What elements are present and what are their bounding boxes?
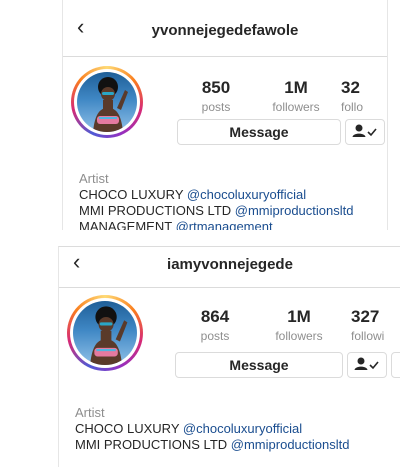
profile-username: yvonnejegedefawole — [151, 22, 299, 39]
profile-photo — [77, 72, 137, 132]
bio-mention-link[interactable]: @chocoluxuryofficial — [183, 421, 302, 436]
bio-line-3: MANAGEMENT @rtmanagement — [79, 219, 353, 230]
avatar[interactable] — [67, 295, 143, 371]
person-check-icon — [352, 124, 377, 137]
bio-line-2: MMI PRODUCTIONS LTD @mmiproductionsltd — [75, 437, 349, 453]
stat-posts[interactable]: 864 posts — [175, 307, 255, 343]
suggested-accounts-button[interactable] — [391, 352, 400, 378]
profile-bio: Artist CHOCO LUXURY @chocoluxuryofficial… — [79, 171, 353, 230]
stat-following[interactable]: 32 follo — [341, 78, 387, 114]
followers-label: followers — [275, 329, 323, 343]
profile-photo — [73, 301, 137, 365]
avatar[interactable] — [71, 66, 143, 138]
bio-mention-link[interactable]: @mmiproductionsltd — [235, 203, 354, 218]
bio-mention-link[interactable]: @rtmanagement — [176, 219, 273, 230]
person-check-icon — [354, 357, 379, 370]
posts-label: posts — [201, 100, 231, 114]
following-label: followi — [351, 329, 385, 343]
stat-following[interactable]: 327 followi — [351, 307, 400, 343]
bio-mention-link[interactable]: @mmiproductionsltd — [231, 437, 350, 452]
followers-count: 1M — [287, 307, 311, 326]
bio-category: Artist — [79, 171, 109, 186]
profile-header: ‹ iamyvonnejegede — [59, 247, 400, 288]
following-button[interactable] — [347, 352, 387, 378]
bio-line-2-name: MMI PRODUCTIONS LTD — [79, 203, 232, 218]
stat-followers[interactable]: 1M followers — [259, 307, 339, 343]
followers-count: 1M — [284, 78, 308, 97]
bio-line-1: CHOCO LUXURY @chocoluxuryofficial — [75, 421, 349, 437]
following-count: 32 — [341, 78, 360, 97]
message-button[interactable]: Message — [175, 352, 343, 378]
bio-category: Artist — [75, 405, 105, 420]
bio-mention-link[interactable]: @chocoluxuryofficial — [187, 187, 306, 202]
stat-followers[interactable]: 1M followers — [256, 78, 336, 114]
bio-line-3-name: MANAGEMENT — [79, 219, 172, 230]
bio-line-1: CHOCO LUXURY @chocoluxuryofficial — [79, 187, 353, 203]
profile-header: ‹ yvonnejegedefawole — [63, 0, 387, 57]
bio-line-2-name: MMI PRODUCTIONS LTD — [75, 437, 228, 452]
bio-line-1-name: CHOCO LUXURY — [75, 421, 180, 436]
following-button[interactable] — [345, 119, 385, 145]
profile-bio: Artist CHOCO LUXURY @chocoluxuryofficial… — [75, 405, 349, 453]
posts-count: 864 — [200, 307, 230, 326]
profile-screenshot-2: ‹ iamyvonnejegede 864 posts 1M followers… — [58, 246, 400, 467]
stat-posts[interactable]: 850 posts — [176, 78, 256, 114]
following-label: follo — [341, 100, 364, 114]
followers-label: followers — [272, 100, 320, 114]
profile-username: iamyvonnejegede — [167, 256, 293, 273]
message-button[interactable]: Message — [177, 119, 341, 145]
bio-line-1-name: CHOCO LUXURY — [79, 187, 184, 202]
profile-screenshot-1: ‹ yvonnejegedefawole 850 posts 1M follow… — [62, 0, 388, 230]
posts-count: 850 — [201, 78, 231, 97]
following-count: 327 — [351, 307, 380, 326]
bio-line-2: MMI PRODUCTIONS LTD @mmiproductionsltd — [79, 203, 353, 219]
posts-label: posts — [200, 329, 230, 343]
